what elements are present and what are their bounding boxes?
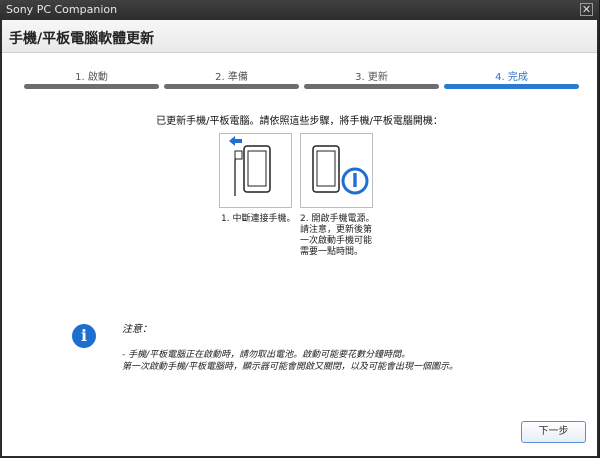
caption-line: 1. 中斷連接手機。	[221, 214, 296, 224]
page-title: 手機/平板電腦軟體更新	[9, 31, 155, 47]
step-bar	[164, 84, 299, 89]
step-bar	[304, 84, 439, 89]
page-header: 手機/平板電腦軟體更新	[2, 20, 597, 53]
dialog-content: 手機/平板電腦軟體更新 1. 啟動 2. 準備 3. 更新 4. 完成 已更新手…	[2, 20, 597, 456]
title-bar: Sony PC Companion ✕	[0, 0, 599, 20]
step-bar	[444, 84, 579, 89]
step-label: 1. 啟動	[75, 72, 108, 83]
next-button[interactable]: 下一步	[521, 421, 586, 443]
step-bar	[24, 84, 159, 89]
power-on-icon	[312, 145, 369, 195]
step-start: 1. 啟動	[24, 66, 159, 96]
note-title: 注意：	[122, 324, 152, 335]
progress-steps: 1. 啟動 2. 準備 3. 更新 4. 完成	[24, 66, 579, 96]
disconnect-cable-icon	[229, 136, 271, 196]
power-step-card	[300, 133, 373, 208]
app-window: Sony PC Companion ✕ 手機/平板電腦軟體更新 1. 啟動 2.…	[0, 0, 599, 458]
instruction-text: 已更新手機/平板電腦。請依照這些步驟，將手機/平板電腦開機：	[156, 116, 443, 127]
disconnect-step-card	[219, 133, 292, 208]
close-icon[interactable]: ✕	[580, 3, 593, 16]
step-complete: 4. 完成	[444, 66, 579, 96]
step-label: 3. 更新	[355, 72, 388, 83]
power-caption: 2. 開啟手機電源。 請注意，更新後第 一次啟動手機可能 需要一點時間。	[300, 214, 374, 258]
info-icon: i	[72, 324, 96, 348]
caption-line: 一次啟動手機可能	[300, 236, 373, 246]
step-label: 4. 完成	[495, 72, 528, 83]
caption-line: 需要一點時間。	[300, 247, 364, 257]
disconnect-caption: 1. 中斷連接手機。	[221, 214, 295, 225]
step-label: 2. 準備	[215, 72, 248, 83]
caption-line: 2. 開啟手機電源。	[300, 214, 375, 224]
step-update: 3. 更新	[304, 66, 439, 96]
window-title: Sony PC Companion	[6, 3, 118, 16]
caption-line: 請注意，更新後第	[300, 225, 373, 235]
step-prepare: 2. 準備	[164, 66, 299, 96]
note-line: 第一次啟動手機/平板電腦時，顯示器可能會開啟又關閉，以及可能會出現一個圖示。	[122, 362, 459, 372]
